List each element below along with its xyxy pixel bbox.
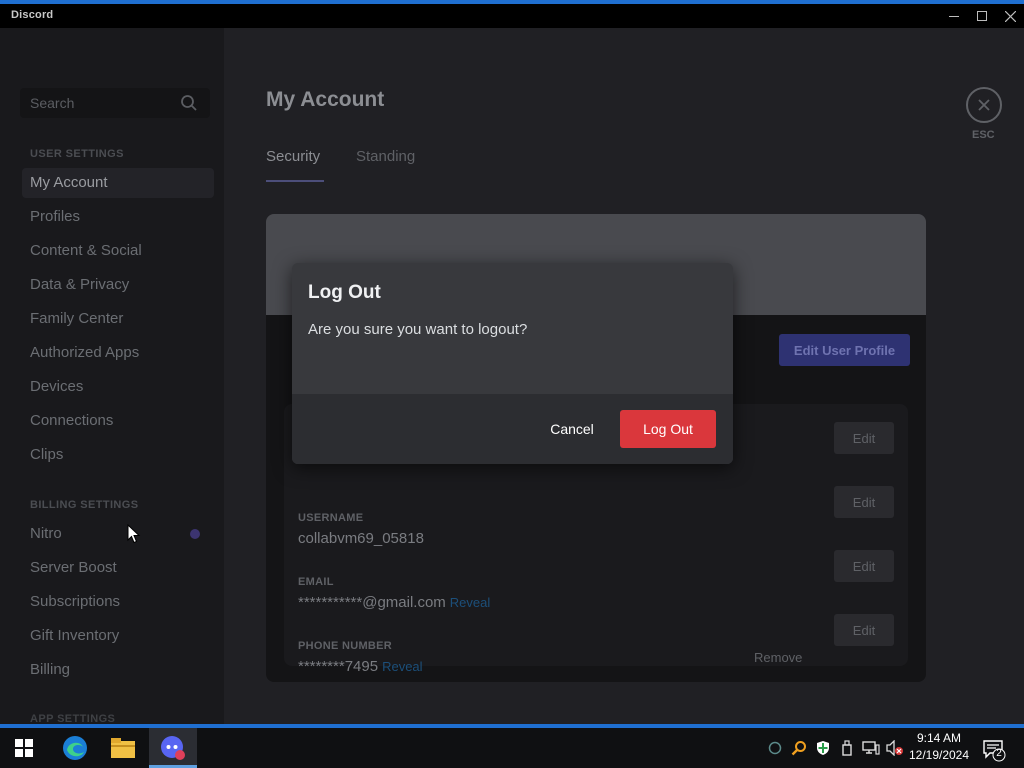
sidebar-item-billing[interactable]: Billing xyxy=(22,655,214,685)
esc-label: ESC xyxy=(972,129,995,141)
tray-security[interactable] xyxy=(813,738,833,758)
folder-icon xyxy=(111,738,135,758)
volume-muted-icon xyxy=(886,740,903,756)
tab-security[interactable]: Security xyxy=(266,148,320,165)
logout-modal: Log Out Are you sure you want to logout?… xyxy=(292,263,733,464)
user-settings-header: USER SETTINGS xyxy=(30,148,124,160)
search-placeholder: Search xyxy=(30,95,75,111)
tray-network[interactable] xyxy=(861,738,881,758)
modal-message: Are you sure you want to logout? xyxy=(308,321,528,338)
minimize-button[interactable] xyxy=(940,6,968,26)
maximize-button[interactable] xyxy=(968,6,996,26)
edge-browser-icon xyxy=(63,736,87,760)
maximize-icon xyxy=(977,11,987,21)
magnifier-icon xyxy=(791,741,806,756)
window-titlebar[interactable]: Discord xyxy=(0,4,1024,28)
billing-settings-header: BILLING SETTINGS xyxy=(30,499,139,511)
phone-value: ********7495 xyxy=(298,658,379,675)
phone-label: PHONE NUMBER xyxy=(298,640,393,652)
reveal-email-link[interactable]: Reveal xyxy=(450,595,490,610)
close-settings-button[interactable] xyxy=(966,87,1002,123)
email-value-row: ***********@gmail.com Reveal xyxy=(298,594,490,611)
network-icon xyxy=(862,741,880,755)
sidebar-item-clips[interactable]: Clips xyxy=(22,440,214,470)
tray-circle[interactable] xyxy=(765,738,785,758)
sidebar-item-my-account[interactable]: My Account xyxy=(22,168,214,198)
clock-time: 9:14 AM xyxy=(916,731,962,745)
taskbar-discord[interactable] xyxy=(149,728,197,768)
sidebar-item-content-social[interactable]: Content & Social xyxy=(22,236,214,266)
windows-logo-icon xyxy=(15,739,33,757)
sidebar-item-subscriptions[interactable]: Subscriptions xyxy=(22,587,214,617)
sidebar-item-gift-inventory[interactable]: Gift Inventory xyxy=(22,621,214,651)
close-icon xyxy=(1004,10,1016,22)
mouse-cursor-icon xyxy=(127,524,141,544)
tray-search[interactable] xyxy=(789,738,809,758)
edit-username-button[interactable]: Edit xyxy=(834,486,894,518)
modal-title: Log Out xyxy=(308,282,381,303)
username-value: collabvm69_05818 xyxy=(298,530,424,547)
taskbar-clock[interactable]: 9:14 AM 12/19/2024 xyxy=(905,730,973,764)
start-button[interactable] xyxy=(0,728,48,768)
tray-device[interactable] xyxy=(837,738,857,758)
minimize-icon xyxy=(949,15,959,17)
edit-phone-button[interactable]: Edit xyxy=(834,614,894,646)
settings-sidebar: Search USER SETTINGS My Account Profiles… xyxy=(0,28,224,725)
sidebar-item-nitro[interactable]: Nitro xyxy=(22,519,214,549)
clock-date: 12/19/2024 xyxy=(908,748,970,762)
taskbar-edge[interactable] xyxy=(51,728,99,768)
edit-display-name-button[interactable]: Edit xyxy=(834,422,894,454)
edit-user-profile-button[interactable]: Edit User Profile xyxy=(779,334,910,366)
sidebar-item-family-center[interactable]: Family Center xyxy=(22,304,214,334)
sidebar-item-devices[interactable]: Devices xyxy=(22,372,214,402)
sidebar-item-profiles[interactable]: Profiles xyxy=(22,202,214,232)
close-window-button[interactable] xyxy=(996,6,1024,26)
email-label: EMAIL xyxy=(298,576,334,588)
search-input[interactable]: Search xyxy=(20,88,210,118)
email-value: ***********@gmail.com xyxy=(298,594,446,611)
status-circle-icon xyxy=(768,741,782,755)
sidebar-item-server-boost[interactable]: Server Boost xyxy=(22,553,214,583)
edit-email-button[interactable]: Edit xyxy=(834,550,894,582)
remove-phone-button[interactable]: Remove xyxy=(754,650,802,665)
tab-standing[interactable]: Standing xyxy=(356,148,415,165)
cancel-button[interactable]: Cancel xyxy=(538,410,606,448)
username-label: USERNAME xyxy=(298,512,364,524)
reveal-phone-link[interactable]: Reveal xyxy=(382,659,422,674)
notification-count: 2 xyxy=(996,748,1002,759)
sidebar-item-data-privacy[interactable]: Data & Privacy xyxy=(22,270,214,300)
page-title: My Account xyxy=(266,88,385,111)
usb-device-icon xyxy=(842,740,852,756)
active-tab-indicator xyxy=(266,180,324,182)
sidebar-item-authorized-apps[interactable]: Authorized Apps xyxy=(22,338,214,368)
taskbar-file-explorer[interactable] xyxy=(99,728,147,768)
discord-icon xyxy=(161,736,185,760)
confirm-logout-button[interactable]: Log Out xyxy=(620,410,716,448)
close-icon xyxy=(978,99,990,111)
search-icon xyxy=(181,95,197,111)
notification-center-button[interactable]: 2 xyxy=(982,738,1006,762)
window-title: Discord xyxy=(11,9,54,21)
nitro-badge-icon xyxy=(190,529,200,539)
phone-value-row: ********7495 Reveal xyxy=(298,658,423,675)
sidebar-item-connections[interactable]: Connections xyxy=(22,406,214,436)
tray-volume[interactable] xyxy=(885,738,905,758)
shield-icon xyxy=(817,741,829,755)
